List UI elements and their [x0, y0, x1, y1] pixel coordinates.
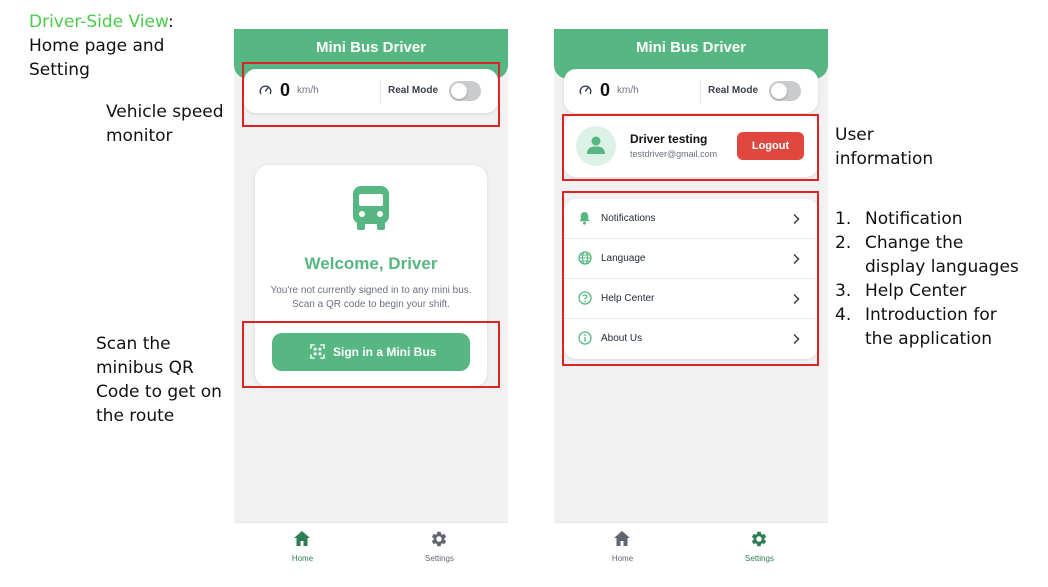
- annotation-list-item: 3. Help Center: [835, 279, 1040, 303]
- welcome-message: You're not currently signed in to any mi…: [270, 285, 472, 310]
- list-text: Introduction for: [865, 305, 997, 325]
- speed-annotation: Vehicle speed monitor: [106, 100, 236, 148]
- list-number: 4.: [835, 305, 852, 325]
- menu-annotation-list: 1. Notification 2. Change the display la…: [835, 207, 1040, 351]
- highlight-speed-monitor: [242, 62, 500, 127]
- highlight-settings-menu: [562, 191, 819, 366]
- real-mode-label: Real Mode: [708, 85, 759, 96]
- home-icon: [614, 531, 630, 546]
- page-caption: Driver-Side View: Home page and Setting: [29, 10, 229, 82]
- welcome-title: Welcome, Driver: [304, 254, 438, 273]
- list-text: Change the: [865, 233, 964, 253]
- tab-settings[interactable]: Settings: [691, 523, 828, 567]
- real-mode-toggle[interactable]: [769, 81, 801, 101]
- scan-annotation: Scan the minibus QR Code to get on the r…: [96, 332, 231, 428]
- bottom-tab-bar: Home Settings: [554, 522, 828, 567]
- annotation-line: Vehicle speed: [106, 102, 224, 122]
- highlight-user-info: [562, 114, 819, 181]
- list-number: 1.: [835, 209, 852, 229]
- speed-monitor-card: 0 km/h Real Mode: [564, 69, 818, 113]
- caption-colon: :: [167, 12, 174, 32]
- caption-line: Home page and: [29, 36, 165, 56]
- gear-icon: [751, 531, 767, 547]
- annotation-line: Scan the: [96, 334, 171, 354]
- list-text: display languages: [865, 257, 1019, 277]
- annotation-list-item: 1. Notification: [835, 207, 1040, 231]
- tab-home[interactable]: Home: [234, 523, 371, 567]
- tab-label: Home: [291, 554, 314, 563]
- annotation-line: minibus QR: [96, 358, 194, 378]
- bottom-tab-bar: Home Settings: [234, 522, 508, 567]
- tab-label: Home: [611, 554, 634, 563]
- annotation-line: Code to get on: [96, 382, 222, 402]
- tab-label: Settings: [745, 554, 774, 563]
- annotation-list-item: 2. Change the display languages: [835, 231, 1040, 279]
- home-icon: [294, 531, 310, 546]
- list-number: 2.: [835, 233, 852, 253]
- annotation-line: User: [835, 125, 874, 145]
- gear-icon: [431, 531, 447, 547]
- user-annotation: User information: [835, 123, 985, 171]
- caption-highlight: Driver-Side View: [29, 12, 168, 32]
- annotation-line: the route: [96, 406, 175, 426]
- annotation-list-item: 4. Introduction for the application: [835, 303, 1040, 351]
- highlight-sign-in: [242, 321, 500, 388]
- list-text: Help Center: [865, 281, 967, 301]
- tab-settings[interactable]: Settings: [371, 523, 508, 567]
- list-number: 3.: [835, 281, 852, 301]
- app-title: Mini Bus Driver: [315, 39, 427, 56]
- list-text: Notification: [865, 209, 963, 229]
- speed-value: 0: [600, 80, 611, 100]
- annotation-line: information: [835, 149, 934, 169]
- caption-line: Setting: [29, 60, 90, 80]
- annotation-line: monitor: [106, 126, 173, 146]
- speed-unit: km/h: [617, 85, 639, 96]
- tab-home[interactable]: Home: [554, 523, 691, 567]
- bus-icon: [353, 186, 389, 230]
- list-text: the application: [865, 329, 993, 349]
- divider: [700, 79, 701, 103]
- speedometer-icon: [579, 85, 592, 95]
- tab-label: Settings: [425, 554, 454, 563]
- app-title: Mini Bus Driver: [635, 39, 747, 56]
